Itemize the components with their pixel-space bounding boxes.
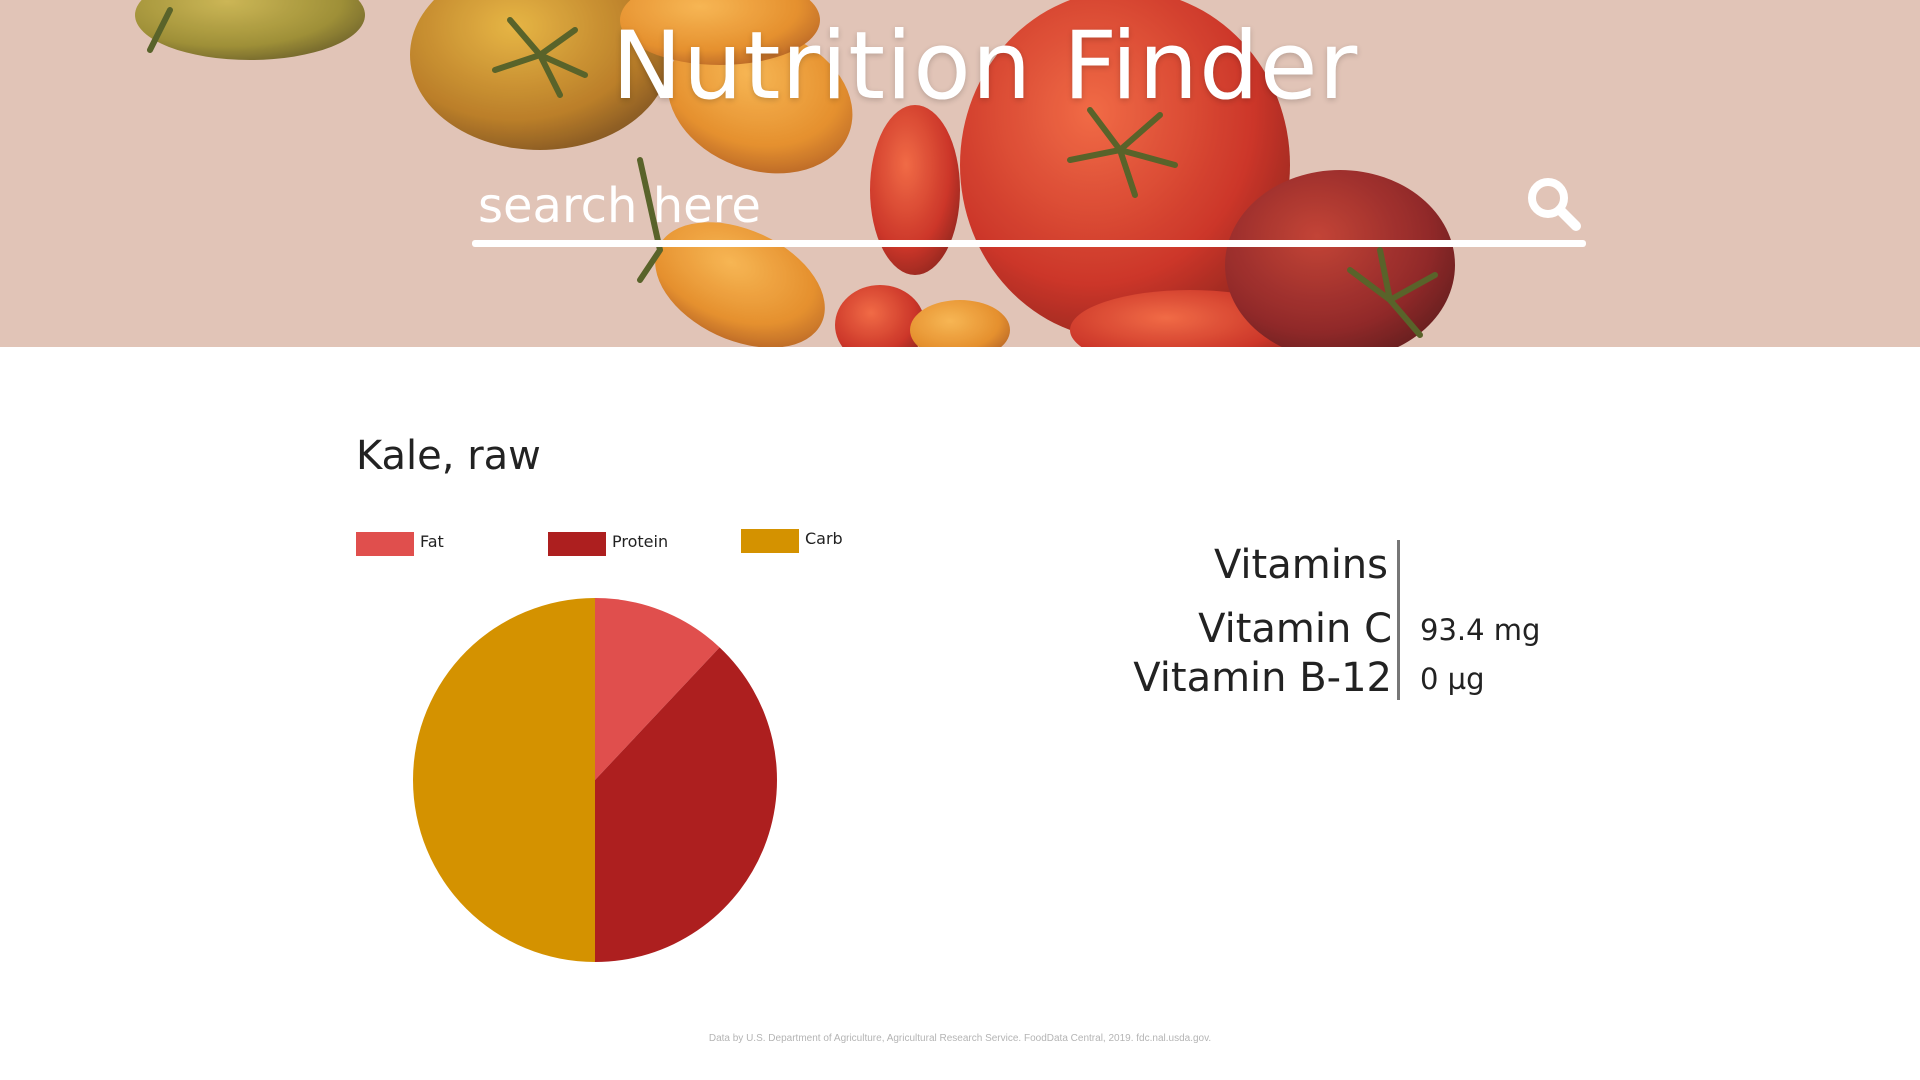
chart-legend: Fat Protein Carb	[356, 529, 916, 562]
hero-banner: Nutrition Finder	[0, 0, 1920, 347]
search-bar	[472, 170, 1586, 250]
search-underline	[472, 240, 1586, 247]
vitamin-value: 93.4 mg	[1420, 613, 1541, 647]
app-title: Nutrition Finder	[611, 12, 1359, 121]
search-button[interactable]	[1524, 174, 1584, 234]
vitamins-heading: Vitamins	[1213, 542, 1388, 588]
macronutrient-pie-chart	[413, 598, 777, 962]
search-icon	[1528, 178, 1581, 231]
legend-label-protein: Protein	[612, 532, 669, 551]
legend-label-carb: Carb	[805, 529, 843, 548]
vitamin-value: 0 µg	[1420, 662, 1485, 696]
search-input[interactable]	[472, 170, 1508, 242]
vitamins-panel: Vitamins Vitamin C 93.4 mg Vitamin B-12 …	[1100, 530, 1660, 710]
vitamin-name: Vitamin C	[1198, 606, 1392, 652]
vitamins-divider	[1397, 540, 1400, 700]
pie-slice-carb	[413, 598, 595, 962]
legend-label-fat: Fat	[420, 532, 444, 551]
legend-swatch-carb	[741, 529, 799, 553]
vitamin-name: Vitamin B-12	[1133, 655, 1392, 701]
food-name: Kale, raw	[356, 433, 541, 479]
legend-swatch-protein	[548, 532, 606, 556]
data-source-credit: Data by U.S. Department of Agriculture, …	[708, 1033, 1212, 1044]
legend-swatch-fat	[356, 532, 414, 556]
